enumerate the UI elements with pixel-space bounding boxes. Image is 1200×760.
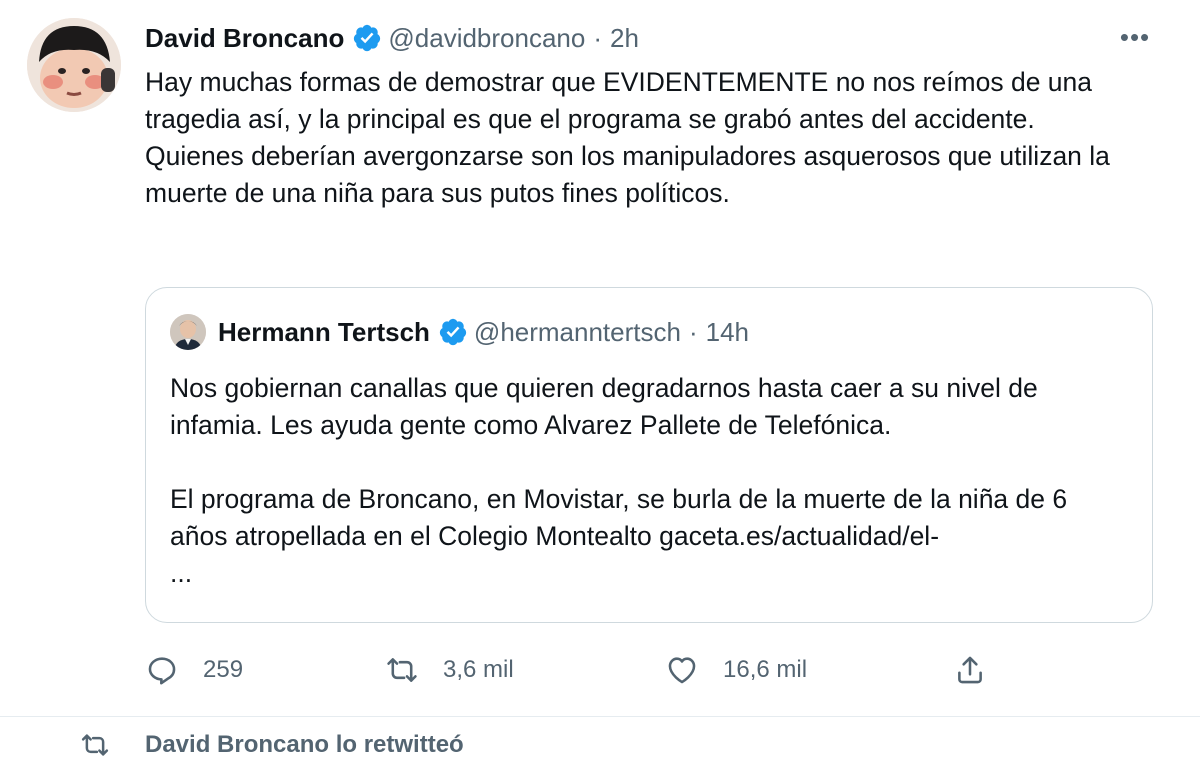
tweet-card[interactable]: David Broncano @davidbroncano · 2h ••• H… — [0, 0, 1200, 716]
tweet-text: Hay muchas formas de demostrar que EVIDE… — [145, 64, 1165, 212]
retweet-button[interactable]: 3,6 mil — [385, 650, 514, 690]
reply-count: 259 — [203, 656, 244, 683]
tweet-paragraph: Quienes deberían avergonzarse son los ma… — [145, 141, 1110, 208]
like-button[interactable]: 16,6 mil — [665, 650, 807, 690]
tweet-time[interactable]: 2h — [610, 23, 639, 54]
quoted-header: Hermann Tertsch @hermanntertsch · 14h — [170, 312, 749, 352]
quoted-text: Nos gobiernan canallas que quieren degra… — [170, 370, 1130, 592]
reply-button[interactable]: 259 — [145, 650, 243, 690]
retweet-count: 3,6 mil — [443, 656, 514, 683]
quoted-author-name[interactable]: Hermann Tertsch — [218, 317, 430, 348]
author-handle[interactable]: @davidbroncano — [388, 23, 585, 54]
quoted-time[interactable]: 14h — [706, 317, 749, 348]
meta-separator: · — [593, 22, 603, 53]
reply-icon — [148, 657, 176, 685]
quoted-tweet[interactable]: Hermann Tertsch @hermanntertsch · 14h No… — [145, 287, 1153, 623]
share-button[interactable] — [953, 650, 1011, 690]
quoted-paragraph: Nos gobiernan canallas que quieren degra… — [170, 373, 1038, 440]
share-icon — [958, 656, 982, 684]
retweet-note-text: David Broncano lo retwitteó — [145, 731, 464, 758]
tweet-actions: 259 3,6 mil 16,6 mil — [145, 650, 1045, 690]
retweet-icon — [387, 658, 417, 682]
verified-badge-icon — [352, 23, 382, 53]
verified-badge-icon — [438, 317, 468, 347]
author-name[interactable]: David Broncano — [145, 23, 344, 54]
quoted-author-handle[interactable]: @hermanntertsch — [474, 317, 681, 348]
meta-separator: · — [688, 316, 698, 347]
next-tweet-retweet-note[interactable]: David Broncano lo retwitteó — [80, 730, 464, 760]
tweet-header: David Broncano @davidbroncano · 2h — [145, 20, 639, 56]
retweet-icon — [81, 734, 109, 756]
quoted-paragraph: El programa de Broncano, en Movistar, se… — [170, 484, 1068, 551]
tweet-paragraph: Hay muchas formas de demostrar que EVIDE… — [145, 67, 1093, 134]
more-icon[interactable]: ••• — [1117, 24, 1153, 52]
quoted-ellipsis: ... — [170, 558, 193, 588]
tweet-divider — [0, 716, 1200, 717]
like-icon — [668, 657, 696, 684]
like-count: 16,6 mil — [723, 656, 808, 683]
quoted-author-avatar[interactable] — [170, 314, 206, 350]
author-avatar[interactable] — [27, 18, 121, 112]
